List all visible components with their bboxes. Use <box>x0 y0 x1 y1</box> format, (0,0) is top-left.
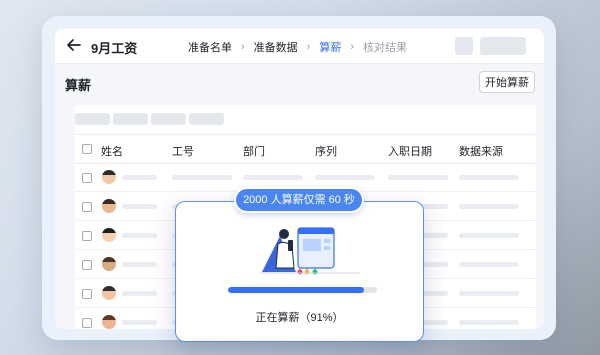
cell-placeholder <box>459 291 519 296</box>
column-header-sequence: 序列 <box>315 146 337 158</box>
step-breadcrumb: 准备名单 › 准备数据 › 算薪 › 核对结果 <box>188 40 407 54</box>
section-title: 算薪 <box>65 78 92 93</box>
column-header-id: 工号 <box>172 146 194 158</box>
cell-placeholder <box>122 320 157 325</box>
calculation-progress-dialog: 正在算薪（91%） <box>175 201 424 342</box>
filter-placeholder <box>75 113 110 125</box>
calculation-illustration <box>260 227 360 275</box>
cell-placeholder <box>459 233 519 238</box>
cell-placeholder <box>122 262 157 267</box>
chevron-right-icon: › <box>241 41 245 53</box>
cell-placeholder <box>388 175 448 180</box>
step-prepare-list[interactable]: 准备名单 <box>188 39 232 55</box>
speed-banner: 2000 人算薪仅需 60 秒 <box>234 187 364 213</box>
cell-placeholder <box>122 291 157 296</box>
avatar-hair <box>102 170 116 175</box>
avatar <box>102 286 116 300</box>
start-calculation-button[interactable]: 开始算薪 <box>479 71 535 93</box>
avatar-hair <box>102 228 116 233</box>
progress-bar <box>228 287 377 293</box>
avatar-hair <box>102 199 116 204</box>
select-all-checkbox[interactable] <box>82 144 92 154</box>
arrow-left-icon[interactable] <box>65 35 83 55</box>
cell-placeholder <box>315 175 375 180</box>
table-header: 姓名 工号 部门 序列 入职日期 数据来源 <box>75 134 536 164</box>
cell-placeholder <box>122 233 157 238</box>
row-checkbox[interactable] <box>82 289 92 299</box>
toolbar-placeholder <box>455 37 473 55</box>
avatar <box>102 257 116 271</box>
avatar-hair <box>102 257 116 262</box>
row-checkbox[interactable] <box>82 260 92 270</box>
toolbar-placeholder <box>480 37 526 55</box>
cell-placeholder <box>122 204 157 209</box>
cell-placeholder <box>459 204 519 209</box>
column-header-data-source: 数据来源 <box>459 146 503 158</box>
avatar <box>102 170 116 184</box>
cell-placeholder <box>459 262 519 267</box>
row-checkbox[interactable] <box>82 202 92 212</box>
page-title: 9月工资 <box>91 41 138 56</box>
avatar <box>102 199 116 213</box>
filter-placeholder <box>113 113 148 125</box>
avatar-hair <box>102 286 116 291</box>
cell-placeholder <box>459 175 519 180</box>
column-header-department: 部门 <box>243 146 265 158</box>
progress-status: 正在算薪（91%） <box>255 312 344 324</box>
step-verify[interactable]: 核对结果 <box>363 39 407 55</box>
filter-placeholder <box>151 113 186 125</box>
cell-placeholder <box>243 175 303 180</box>
avatar <box>102 228 116 242</box>
cell-placeholder <box>122 175 157 180</box>
progress-bar-fill <box>228 287 364 293</box>
row-checkbox[interactable] <box>82 173 92 183</box>
chevron-right-icon: › <box>306 41 311 53</box>
step-prepare-data[interactable]: 准备数据 <box>254 39 298 55</box>
row-checkbox[interactable] <box>82 318 92 328</box>
step-calculate[interactable]: 算薪 <box>319 39 341 55</box>
filter-placeholder <box>189 113 224 125</box>
top-bar: 9月工资 准备名单 › 准备数据 › 算薪 › 核对结果 <box>55 29 544 64</box>
avatar-hair <box>102 315 116 320</box>
cell-placeholder <box>172 175 232 180</box>
row-checkbox[interactable] <box>82 231 92 241</box>
column-header-name: 姓名 <box>101 146 123 158</box>
column-header-hire-date: 入职日期 <box>388 146 432 158</box>
avatar <box>102 315 116 329</box>
cell-placeholder <box>459 320 519 325</box>
chevron-right-icon: › <box>350 41 355 53</box>
